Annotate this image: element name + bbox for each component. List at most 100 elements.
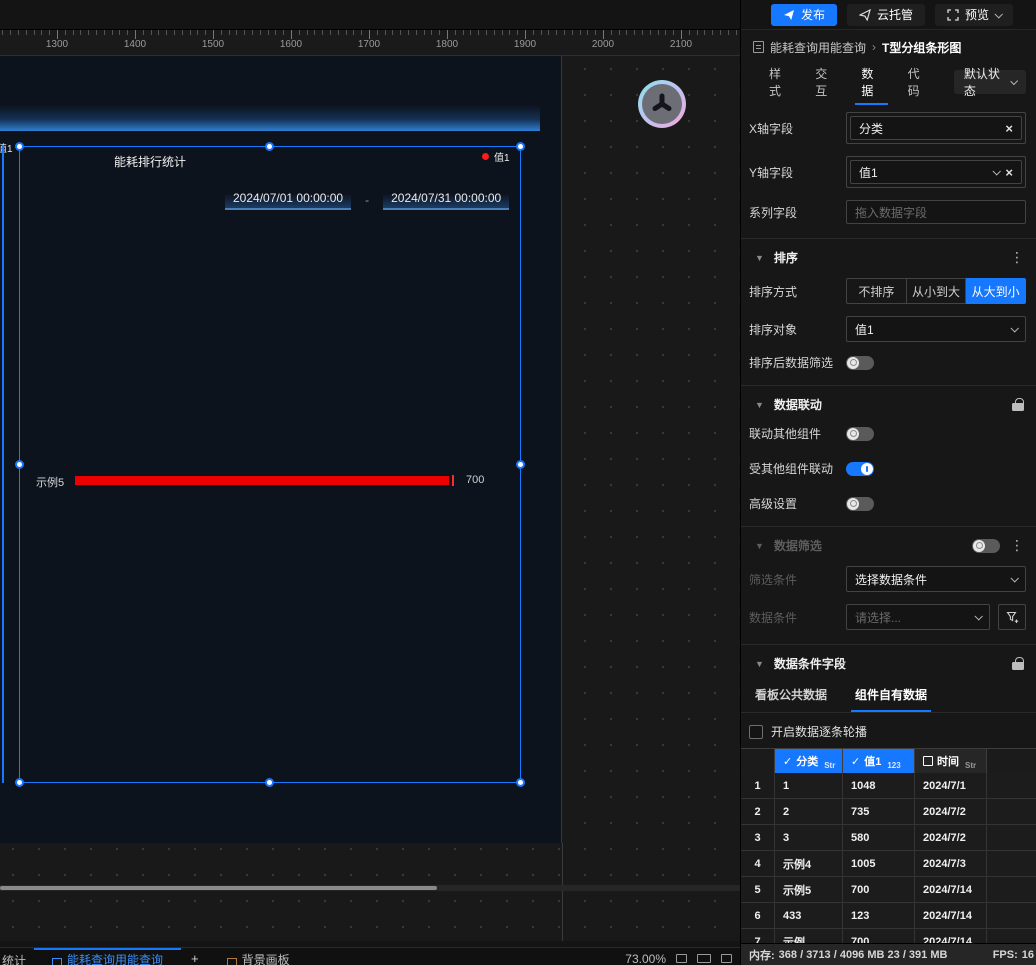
carousel-checkbox[interactable] — [749, 725, 763, 739]
advanced-settings-toggle[interactable] — [846, 497, 874, 511]
scrollbar-thumb[interactable] — [0, 886, 437, 890]
table-row[interactable]: 64331232024/7/14 — [741, 903, 1036, 929]
table-row[interactable]: 335802024/7/2 — [741, 825, 1036, 851]
resize-handle-mid-right[interactable] — [516, 460, 525, 469]
fps-label: FPS: — [993, 949, 1018, 961]
tab-style[interactable]: 样式 — [769, 57, 789, 107]
kebab-menu-icon[interactable]: ⋮ — [1010, 537, 1024, 554]
tab-data[interactable]: 数据 — [861, 57, 881, 107]
ruler-tick — [720, 30, 721, 35]
sort-target-select[interactable]: 值1 — [846, 316, 1026, 342]
collapse-triangle-icon[interactable]: ▼ — [755, 253, 764, 263]
clear-icon[interactable]: × — [1005, 121, 1013, 136]
tab-code[interactable]: 代码 — [908, 57, 928, 107]
series-drop-zone[interactable]: 拖入数据字段 — [846, 200, 1026, 224]
ruler-tick — [580, 30, 581, 35]
page-tab-current[interactable]: 能耗查询用能查询 — [34, 948, 181, 965]
state-selector[interactable]: 默认状态 — [954, 70, 1026, 94]
data-table-header: ✓ 分类 Str ✓ 值1 123 时间 Str — [741, 749, 1036, 773]
column-header-time[interactable]: 时间 Str — [915, 749, 987, 773]
resize-handle-bottom-mid[interactable] — [265, 778, 274, 787]
ruler-tick — [18, 30, 19, 35]
zoom-level[interactable]: 73.00% — [625, 952, 666, 965]
dashboard-surface[interactable]: 值1 能耗排行统计 值1 2024/07/01 00:00:00 - 2024/… — [0, 56, 562, 843]
resize-handle-top-left[interactable] — [15, 142, 24, 151]
x-axis-drop-zone[interactable]: 分类 × — [846, 112, 1026, 144]
canvas-horizontal-scrollbar[interactable] — [0, 885, 740, 891]
page-tab-background-board[interactable]: 背景画板 — [209, 948, 308, 965]
fullscreen-icon[interactable] — [721, 954, 732, 963]
add-filter-button[interactable] — [998, 604, 1026, 630]
collapse-triangle-icon[interactable]: ▼ — [755, 400, 764, 410]
filter-condition-select[interactable]: 选择数据条件 — [846, 566, 1026, 592]
x-axis-field-row: X轴字段 分类 × — [741, 112, 1036, 144]
ruler-tick — [509, 30, 510, 35]
row-number-cell: 5 — [741, 877, 775, 902]
filter-section-header[interactable]: ▼ 数据筛选 ⋮ — [741, 527, 1036, 554]
post-sort-filter-toggle[interactable] — [846, 356, 874, 370]
filter-enable-toggle[interactable] — [972, 539, 1000, 553]
linked-by-others-toggle[interactable] — [846, 462, 874, 476]
linkage-section-title: 数据联动 — [774, 396, 822, 413]
tab-interaction[interactable]: 交互 — [815, 57, 835, 107]
data-table-body: 1110482024/7/1227352024/7/2335802024/7/2… — [741, 773, 1036, 955]
canvas-viewport[interactable]: 值1 能耗排行统计 值1 2024/07/01 00:00:00 - 2024/… — [0, 56, 740, 941]
resize-handle-bottom-right[interactable] — [516, 778, 525, 787]
table-cell: 示例4 — [775, 851, 843, 876]
ruler-tick — [104, 30, 105, 35]
chevron-down-icon — [974, 612, 982, 620]
resize-handle-mid-left[interactable] — [15, 460, 24, 469]
ruler-tick — [353, 30, 354, 35]
ruler-tick — [603, 30, 604, 39]
clear-icon[interactable]: × — [1005, 165, 1013, 180]
data-condition-select[interactable]: 请选择... — [846, 604, 990, 630]
chevron-down-icon — [1010, 574, 1018, 582]
collapse-triangle-icon[interactable]: ▼ — [755, 659, 764, 669]
sort-asc-button[interactable]: 从小到大 — [907, 278, 967, 304]
collapse-triangle-icon[interactable]: ▼ — [755, 541, 764, 551]
check-icon: ✓ — [851, 755, 860, 768]
ruler-tick — [392, 30, 393, 35]
sort-method-row: 排序方式 不排序 从小到大 从大到小 — [741, 278, 1036, 304]
component-selection-box[interactable] — [19, 146, 521, 783]
y-axis-drop-zone[interactable]: 值1 × — [846, 156, 1026, 188]
sort-desc-button[interactable]: 从大到小 — [966, 278, 1026, 304]
table-cell: 580 — [843, 825, 915, 850]
tab-component-own-data[interactable]: 组件自有数据 — [855, 686, 927, 712]
add-page-button[interactable]: + — [181, 948, 209, 965]
lock-icon[interactable] — [1012, 398, 1024, 411]
ruler-tick — [642, 30, 643, 35]
lock-icon[interactable] — [1012, 657, 1024, 670]
data-source-tabs: 看板公共数据 组件自有数据 — [741, 672, 1036, 713]
cloud-hosting-button[interactable]: 云托管 — [847, 4, 925, 26]
table-row[interactable]: 4示例410052024/7/3 — [741, 851, 1036, 877]
ruler-tick — [377, 30, 378, 35]
breadcrumb-root[interactable]: 能耗查询用能查询 — [770, 39, 866, 56]
ruler-tick — [463, 30, 464, 35]
column-header-value1[interactable]: ✓ 值1 123 — [843, 749, 915, 773]
resize-handle-bottom-left[interactable] — [15, 778, 24, 787]
resize-handle-top-right[interactable] — [516, 142, 525, 151]
sort-none-button[interactable]: 不排序 — [846, 278, 907, 304]
fit-screen-icon[interactable] — [676, 954, 687, 963]
ruler-tick — [455, 30, 456, 35]
table-row[interactable]: 227352024/7/2 — [741, 799, 1036, 825]
link-other-components-toggle[interactable] — [846, 427, 874, 441]
tab-board-public-data[interactable]: 看板公共数据 — [755, 686, 827, 712]
condition-fields-section-header[interactable]: ▼ 数据条件字段 — [741, 645, 1036, 672]
keyboard-shortcuts-icon[interactable] — [697, 954, 711, 963]
ruler-tick — [400, 30, 401, 35]
sort-section-header[interactable]: ▼ 排序 ⋮ — [741, 239, 1036, 266]
publish-button[interactable]: 发布 — [771, 4, 837, 26]
memory-label: 内存: — [749, 947, 775, 963]
table-row[interactable]: 1110482024/7/1 — [741, 773, 1036, 799]
ruler-tick — [143, 30, 144, 35]
ruler-tick — [34, 30, 35, 35]
linkage-section-header[interactable]: ▼ 数据联动 — [741, 386, 1036, 413]
ruler-tick — [49, 30, 50, 35]
table-row[interactable]: 5示例57002024/7/14 — [741, 877, 1036, 903]
column-header-category[interactable]: ✓ 分类 Str — [775, 749, 843, 773]
kebab-menu-icon[interactable]: ⋮ — [1010, 249, 1024, 266]
preview-button[interactable]: 预览 — [935, 4, 1013, 26]
resize-handle-top-mid[interactable] — [265, 142, 274, 151]
